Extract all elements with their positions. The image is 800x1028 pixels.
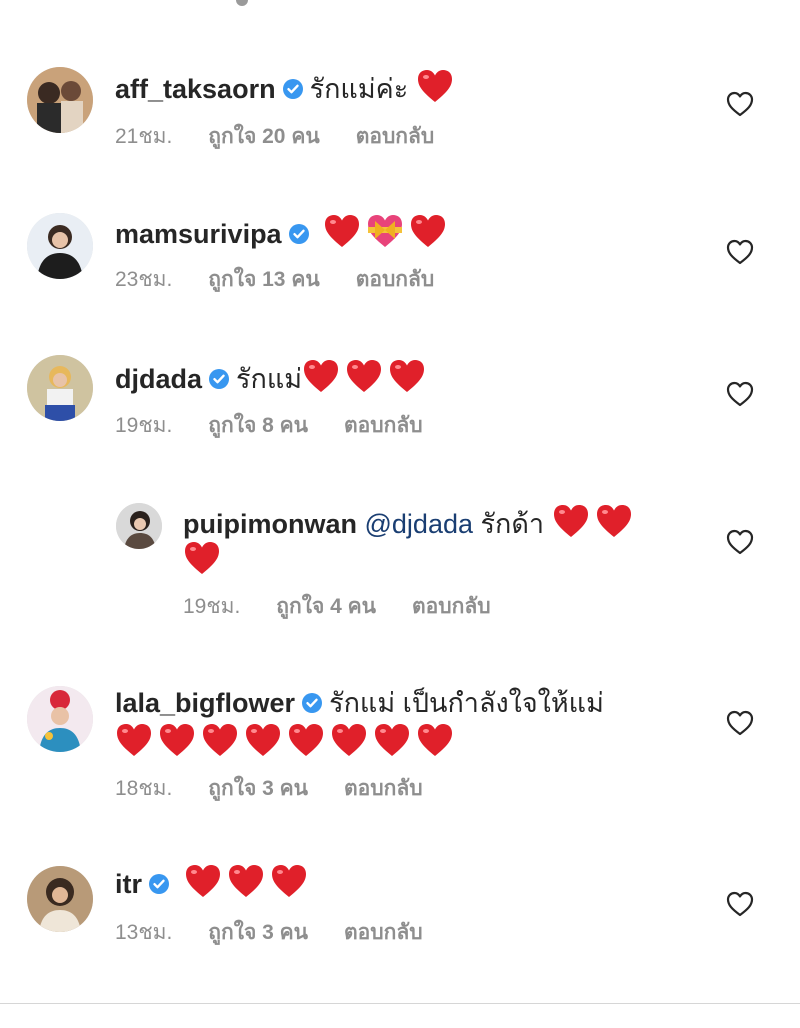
reply-text: รักด้า	[480, 509, 545, 539]
comment-line: mamsurivipa	[115, 213, 452, 257]
comment-username[interactable]: djdada	[115, 364, 202, 394]
avatar[interactable]	[27, 866, 93, 932]
comment-likes-count[interactable]: ถูกใจ 20 คน	[208, 125, 319, 148]
comment-username[interactable]: aff_taksaorn	[115, 74, 276, 104]
comment-time: 19ชม.	[115, 414, 173, 437]
red-heart-emoji-icon	[416, 68, 454, 104]
heart-outline-icon[interactable]	[726, 91, 754, 117]
comment-meta: 21ชม. ถูกใจ 20 คน ตอบกลับ	[115, 124, 470, 150]
comment-time: 13ชม.	[115, 921, 173, 944]
red-heart-emoji-icon	[244, 722, 282, 758]
heart-outline-icon[interactable]	[726, 710, 754, 736]
red-heart-emoji-icon	[416, 722, 454, 758]
comment-likes-count[interactable]: ถูกใจ 8 คน	[208, 414, 308, 437]
comment-time: 21ชม.	[115, 125, 173, 148]
heart-outline-icon[interactable]	[726, 529, 754, 555]
comment-username[interactable]: itr	[115, 869, 142, 899]
verified-badge-icon	[288, 223, 310, 245]
red-heart-emoji-icon	[183, 540, 221, 576]
reply-button[interactable]: ตอบกลับ	[344, 777, 423, 800]
reply-line-wrap	[183, 540, 226, 584]
red-heart-emoji-icon	[158, 722, 196, 758]
red-heart-emoji-icon	[345, 358, 383, 394]
verified-badge-icon	[301, 692, 323, 714]
comment-line: itr	[115, 863, 313, 907]
heart-outline-icon[interactable]	[726, 239, 754, 265]
comment-line: aff_taksaorn รักแม่ค่ะ	[115, 68, 459, 112]
avatar[interactable]	[116, 503, 162, 549]
heart-outline-icon[interactable]	[726, 381, 754, 407]
red-heart-emoji-icon	[287, 722, 325, 758]
red-heart-emoji-icon	[184, 863, 222, 899]
reply-button[interactable]: ตอบกลับ	[412, 595, 491, 618]
reply-button[interactable]: ตอบกลับ	[356, 268, 435, 291]
reply-button[interactable]: ตอบกลับ	[344, 921, 423, 944]
comment-username[interactable]: lala_bigflower	[115, 688, 295, 718]
emoji-group	[416, 68, 459, 112]
verified-badge-icon	[148, 873, 170, 895]
scroll-edge-fragment	[236, 0, 248, 6]
verified-badge-icon	[208, 368, 230, 390]
red-heart-emoji-icon	[388, 358, 426, 394]
red-heart-emoji-icon	[323, 213, 361, 249]
emoji-group	[323, 213, 452, 257]
emoji-group	[115, 722, 459, 766]
comment-line: lala_bigflower รักแม่ เป็นกำลังใจให้แม่	[115, 686, 604, 720]
comment-time: 18ชม.	[115, 777, 173, 800]
comment-line: djdada รักแม่	[115, 358, 431, 402]
red-heart-emoji-icon	[552, 503, 590, 539]
comment-meta: 19ชม. ถูกใจ 8 คน ตอบกลับ	[115, 413, 459, 439]
comment-meta: 23ชม. ถูกใจ 13 คน ตอบกลับ	[115, 267, 470, 293]
red-heart-emoji-icon	[227, 863, 265, 899]
emoji-group	[552, 503, 638, 547]
comment-text: รักแม่ค่ะ	[309, 74, 409, 104]
avatar[interactable]	[27, 686, 93, 752]
avatar[interactable]	[27, 213, 93, 279]
comment-time: 23ชม.	[115, 268, 173, 291]
reply-username[interactable]: puipimonwan	[183, 509, 357, 539]
red-heart-emoji-icon	[270, 863, 308, 899]
red-heart-emoji-icon	[201, 722, 239, 758]
avatar[interactable]	[27, 355, 93, 421]
red-heart-emoji-icon	[330, 722, 368, 758]
divider	[0, 1003, 800, 1004]
red-heart-emoji-icon	[373, 722, 411, 758]
emoji-group	[302, 358, 431, 402]
emoji-group	[184, 863, 313, 907]
verified-badge-icon	[282, 78, 304, 100]
comment-username[interactable]: mamsurivipa	[115, 219, 282, 249]
comment-meta: 13ชม. ถูกใจ 3 คน ตอบกลับ	[115, 920, 459, 946]
comment-meta: 18ชม. ถูกใจ 3 คน ตอบกลับ	[115, 776, 459, 802]
red-heart-emoji-icon	[302, 358, 340, 394]
reply-line: puipimonwan @djdada รักด้า	[183, 503, 638, 547]
avatar[interactable]	[27, 67, 93, 133]
comment-line-wrap	[115, 722, 459, 766]
comment-likes-count[interactable]: ถูกใจ 13 คน	[208, 268, 319, 291]
red-heart-emoji-icon	[115, 722, 153, 758]
heart-with-ribbon-emoji-icon	[366, 213, 404, 249]
reply-meta: 19ชม. ถูกใจ 4 คน ตอบกลับ	[183, 594, 527, 620]
heart-outline-icon[interactable]	[726, 891, 754, 917]
reply-likes-count[interactable]: ถูกใจ 4 คน	[276, 595, 376, 618]
comment-text: รักแม่	[236, 364, 303, 394]
emoji-group	[183, 540, 226, 584]
reply-button[interactable]: ตอบกลับ	[344, 414, 423, 437]
reply-button[interactable]: ตอบกลับ	[356, 125, 435, 148]
red-heart-emoji-icon	[409, 213, 447, 249]
reply-time: 19ชม.	[183, 595, 241, 618]
comment-likes-count[interactable]: ถูกใจ 3 คน	[208, 921, 308, 944]
comment-likes-count[interactable]: ถูกใจ 3 คน	[208, 777, 308, 800]
mention-link[interactable]: @djdada	[365, 509, 474, 539]
red-heart-emoji-icon	[595, 503, 633, 539]
comment-text: รักแม่ เป็นกำลังใจให้แม่	[329, 688, 604, 718]
